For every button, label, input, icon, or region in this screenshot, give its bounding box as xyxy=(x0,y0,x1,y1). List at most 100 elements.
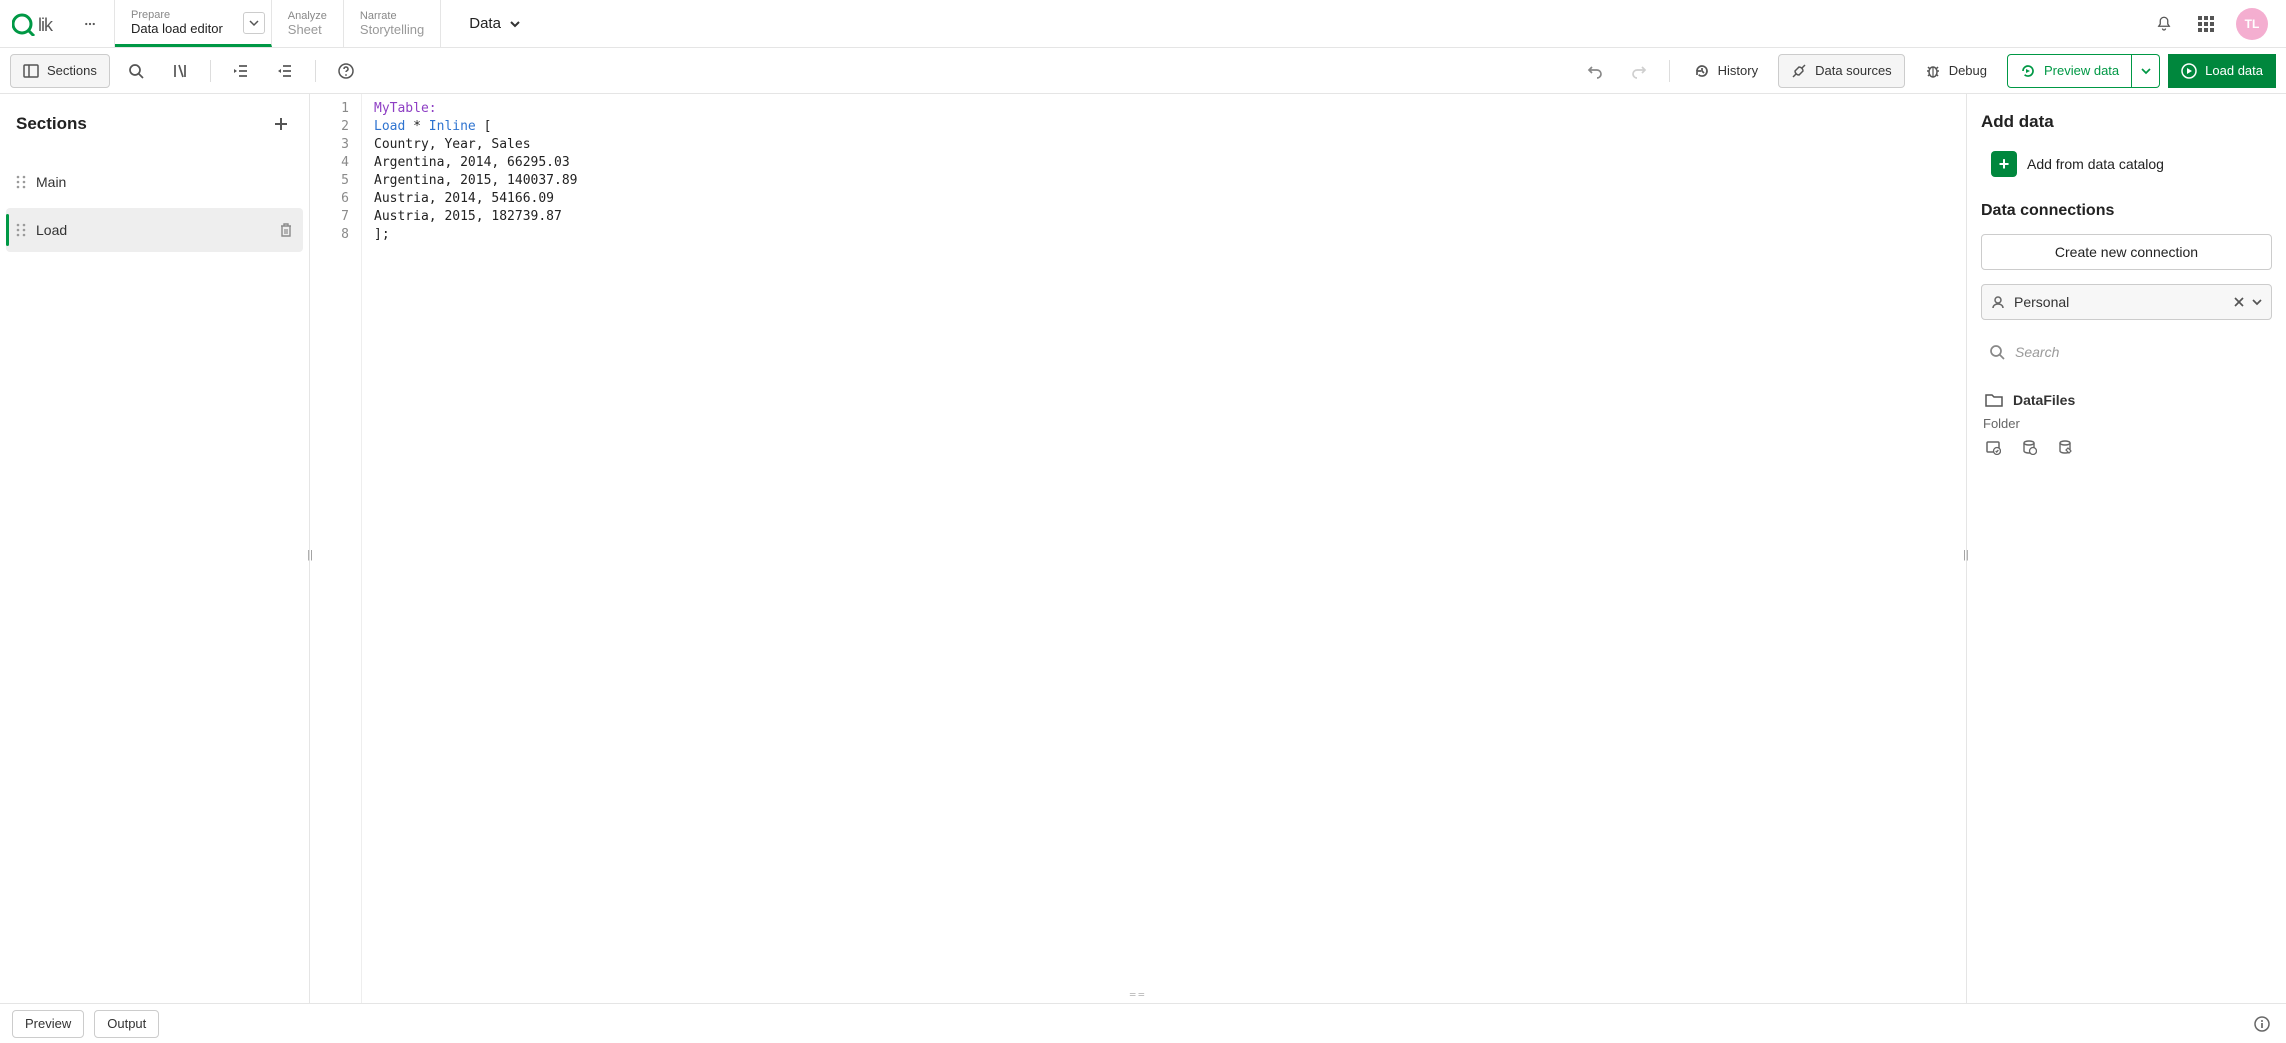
toolbar-right: History Data sources Debug Preview data … xyxy=(1577,54,2276,88)
redo-button[interactable] xyxy=(1621,54,1657,88)
toolbar: Sections History Data sources xyxy=(0,48,2286,94)
code-content[interactable]: MyTable:Load * Inline [Country, Year, Sa… xyxy=(362,94,590,1003)
section-item-label: Load xyxy=(36,222,67,238)
connection-search-input[interactable] xyxy=(2015,344,2264,360)
play-icon xyxy=(2181,63,2197,79)
plus-icon xyxy=(272,115,290,133)
data-dropdown[interactable]: Data xyxy=(441,0,549,47)
plug-icon xyxy=(1791,63,1807,79)
tab-sup-label: Analyze xyxy=(288,10,327,22)
drag-handle-icon[interactable] xyxy=(16,222,26,238)
editor-bottom-resize-handle[interactable]: == xyxy=(1129,988,1146,1001)
help-button[interactable] xyxy=(328,54,364,88)
connection-insert-script-icon[interactable] xyxy=(2021,439,2037,455)
tab-main-label: Data load editor xyxy=(131,21,223,36)
undo-icon xyxy=(1587,63,1603,79)
prepare-dropdown-icon[interactable] xyxy=(243,12,265,34)
preview-data-button[interactable]: Preview data xyxy=(2007,54,2132,88)
sections-list: Main Load xyxy=(0,154,309,258)
preview-icon xyxy=(2020,63,2036,79)
app-more-icon[interactable] xyxy=(78,12,102,36)
right-panel-resize-handle[interactable]: || xyxy=(1963,549,1969,561)
tab-sup-label: Prepare xyxy=(131,9,223,21)
person-icon xyxy=(1990,294,2006,310)
user-avatar[interactable]: TL xyxy=(2236,8,2268,40)
add-section-button[interactable] xyxy=(269,112,293,136)
tab-sup-label: Narrate xyxy=(360,10,424,22)
space-select-actions xyxy=(2233,296,2263,308)
history-icon xyxy=(1694,63,1710,79)
preview-button-group: Preview data xyxy=(2007,54,2160,88)
tab-prepare[interactable]: Prepare Data load editor xyxy=(115,0,272,47)
chevron-down-icon[interactable] xyxy=(2251,296,2263,308)
comment-toggle-button[interactable] xyxy=(162,54,198,88)
data-sources-button[interactable]: Data sources xyxy=(1778,54,1905,88)
right-panel: || Add data + Add from data catalog Data… xyxy=(1966,94,2286,1003)
add-from-catalog-label: Add from data catalog xyxy=(2027,156,2164,172)
debug-label: Debug xyxy=(1949,63,1987,78)
history-button[interactable]: History xyxy=(1682,54,1770,88)
data-connections-title: Data connections xyxy=(1981,202,2272,220)
history-label: History xyxy=(1718,63,1758,78)
bug-icon xyxy=(1925,63,1941,79)
panel-icon xyxy=(23,63,39,79)
tab-narrate[interactable]: Narrate Storytelling xyxy=(344,0,441,47)
add-from-catalog-button[interactable]: + Add from data catalog xyxy=(1981,146,2272,182)
toolbar-separator xyxy=(210,60,211,82)
tab-analyze[interactable]: Analyze Sheet xyxy=(272,0,344,47)
connection-entry[interactable]: DataFiles Folder xyxy=(1981,384,2272,455)
svg-text:lik: lik xyxy=(38,15,54,35)
sections-toggle-button[interactable]: Sections xyxy=(10,54,110,88)
preview-data-dropdown[interactable] xyxy=(2132,54,2160,88)
space-select-value: Personal xyxy=(2014,294,2069,310)
connection-select-data-icon[interactable] xyxy=(1985,439,2001,455)
section-item-main[interactable]: Main xyxy=(6,160,303,204)
folder-icon xyxy=(1985,392,2003,408)
indent-icon xyxy=(233,63,249,79)
space-select[interactable]: Personal xyxy=(1981,284,2272,320)
drag-handle-icon[interactable] xyxy=(16,174,26,190)
clear-icon[interactable] xyxy=(2233,296,2245,308)
debug-button[interactable]: Debug xyxy=(1913,54,1999,88)
brand-area: lik xyxy=(0,0,115,47)
sections-title: Sections xyxy=(16,114,87,134)
create-connection-button[interactable]: Create new connection xyxy=(1981,234,2272,270)
sections-header: Sections xyxy=(0,94,309,154)
connection-search[interactable] xyxy=(1981,334,2272,370)
footer-tab-output[interactable]: Output xyxy=(94,1010,159,1038)
top-nav-right: TL xyxy=(2152,0,2286,47)
data-dropdown-label: Data xyxy=(469,15,501,32)
toolbar-separator xyxy=(315,60,316,82)
preview-data-label: Preview data xyxy=(2044,63,2119,78)
indent-button[interactable] xyxy=(223,54,259,88)
search-button[interactable] xyxy=(118,54,154,88)
notifications-icon[interactable] xyxy=(2152,12,2176,36)
section-item-label: Main xyxy=(36,174,66,190)
load-data-label: Load data xyxy=(2205,63,2263,78)
data-sources-label: Data sources xyxy=(1815,63,1892,78)
chevron-down-icon xyxy=(509,18,521,30)
info-icon[interactable] xyxy=(2250,1012,2274,1036)
top-nav: lik Prepare Data load editor Analyze She… xyxy=(0,0,2286,48)
help-icon xyxy=(338,63,354,79)
section-item-load[interactable]: Load xyxy=(6,208,303,252)
load-data-button[interactable]: Load data xyxy=(2168,54,2276,88)
connection-edit-icon[interactable] xyxy=(2057,439,2073,455)
chevron-down-icon xyxy=(2141,66,2151,76)
plus-square-icon: + xyxy=(1991,151,2017,177)
connection-item[interactable]: DataFiles xyxy=(1981,384,2272,416)
footer-tab-preview[interactable]: Preview xyxy=(12,1010,84,1038)
code-editor[interactable]: 12345678 MyTable:Load * Inline [Country,… xyxy=(310,94,1966,1003)
main-row: Sections Main Load || xyxy=(0,94,2286,1003)
footer-bar: Preview Output xyxy=(0,1003,2286,1043)
outdent-button[interactable] xyxy=(267,54,303,88)
connection-name: DataFiles xyxy=(2013,392,2075,408)
connection-subtype: Folder xyxy=(1981,416,2272,431)
undo-button[interactable] xyxy=(1577,54,1613,88)
apps-grid-icon[interactable] xyxy=(2194,12,2218,36)
tab-main-label: Sheet xyxy=(288,22,327,37)
redo-icon xyxy=(1631,63,1647,79)
outdent-icon xyxy=(277,63,293,79)
delete-section-icon[interactable] xyxy=(279,222,293,238)
qlik-logo[interactable]: lik xyxy=(12,12,68,36)
